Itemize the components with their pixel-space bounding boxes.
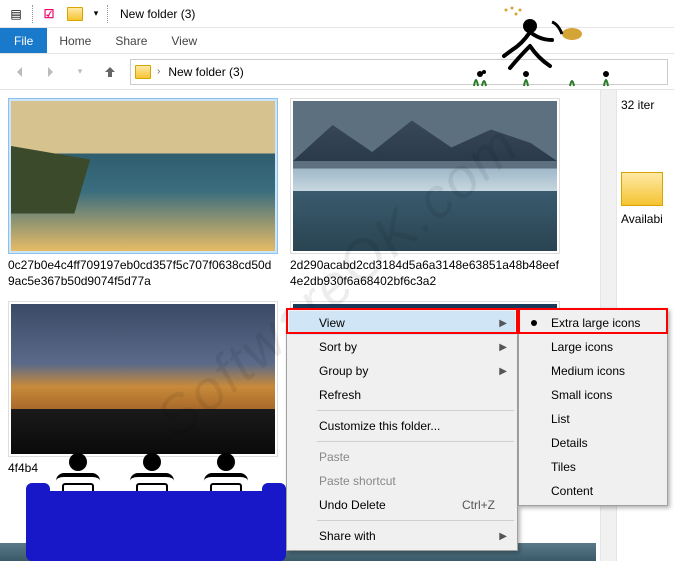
ctx-sort-by[interactable]: Sort by ▶ bbox=[289, 335, 515, 359]
qat-folder-button[interactable] bbox=[63, 3, 87, 25]
radio-checked-icon bbox=[531, 320, 537, 326]
navigation-bar: ▾ › New folder (3) bbox=[0, 54, 674, 90]
qat-customize-button[interactable]: ▾ bbox=[89, 3, 103, 25]
ctx-hotkey: Ctrl+Z bbox=[462, 498, 495, 512]
ctx-sep bbox=[317, 410, 514, 411]
file-item[interactable]: 4f4b4 bbox=[8, 301, 278, 477]
ctx-customize[interactable]: Customize this folder... bbox=[289, 414, 515, 438]
thumbnail-image bbox=[11, 304, 275, 454]
thumbnail bbox=[8, 98, 278, 254]
ctx-view[interactable]: View ▶ bbox=[289, 311, 515, 335]
ctx-details[interactable]: Details bbox=[521, 431, 665, 455]
ctx-large-icons[interactable]: Large icons bbox=[521, 335, 665, 359]
item-count-label: 32 iter bbox=[621, 98, 670, 112]
breadcrumb-sep: › bbox=[157, 66, 160, 77]
ctx-label: Customize this folder... bbox=[319, 419, 440, 433]
availability-label: Availabi bbox=[621, 212, 670, 226]
ctx-label: Sort by bbox=[319, 340, 357, 354]
ctx-label: Share with bbox=[319, 529, 376, 543]
file-item[interactable]: 2d290acabd2cd3184d5a6a3148e63851a48b48ee… bbox=[290, 98, 560, 289]
qat-checkbox-button[interactable]: ☑ bbox=[37, 3, 61, 25]
up-arrow-icon bbox=[102, 64, 118, 80]
file-name-label: 0c27b0e4c4ff709197eb0cd357f5c707f0638cd5… bbox=[8, 258, 278, 289]
tab-label: Share bbox=[115, 34, 147, 48]
ctx-label: Small icons bbox=[551, 388, 612, 402]
ctx-label: Large icons bbox=[551, 340, 613, 354]
ctx-label: Details bbox=[551, 436, 588, 450]
ctx-extra-large-icons[interactable]: Extra large icons bbox=[521, 311, 665, 335]
ctx-sep bbox=[317, 520, 514, 521]
forward-button[interactable] bbox=[36, 58, 64, 86]
ctx-label: List bbox=[551, 412, 570, 426]
back-button[interactable] bbox=[6, 58, 34, 86]
ctx-list[interactable]: List bbox=[521, 407, 665, 431]
thumbnail-image bbox=[293, 101, 557, 251]
file-item[interactable]: 0c27b0e4c4ff709197eb0cd357f5c707f0638cd5… bbox=[8, 98, 278, 289]
ctx-label: Refresh bbox=[319, 388, 361, 402]
thumbnail bbox=[8, 301, 278, 457]
ctx-paste-shortcut: Paste shortcut bbox=[289, 469, 515, 493]
ctx-sep bbox=[317, 441, 514, 442]
file-tab-label: File bbox=[14, 34, 33, 48]
title-bar: ▤ ☑ ▾ New folder (3) bbox=[0, 0, 674, 28]
qat-sep bbox=[107, 5, 108, 23]
ctx-small-icons[interactable]: Small icons bbox=[521, 383, 665, 407]
ctx-label: Extra large icons bbox=[551, 316, 640, 330]
tab-label: View bbox=[171, 34, 197, 48]
chevron-down-icon: ▾ bbox=[78, 66, 83, 77]
breadcrumb-current[interactable]: New folder (3) bbox=[166, 65, 245, 79]
tab-label: Home bbox=[59, 34, 91, 48]
window-title: New folder (3) bbox=[114, 7, 674, 21]
up-button[interactable] bbox=[96, 58, 124, 86]
view-tab[interactable]: View bbox=[159, 28, 209, 53]
checkbox-icon: ☑ bbox=[44, 7, 55, 21]
ctx-label: Content bbox=[551, 484, 593, 498]
chevron-down-icon: ▾ bbox=[94, 8, 99, 19]
thumbnail bbox=[290, 98, 560, 254]
ctx-label: Group by bbox=[319, 364, 368, 378]
preview-thumb bbox=[621, 172, 663, 206]
file-tab[interactable]: File bbox=[0, 28, 47, 53]
ctx-content[interactable]: Content bbox=[521, 479, 665, 503]
file-name-label: 2d290acabd2cd3184d5a6a3148e63851a48b48ee… bbox=[290, 258, 560, 289]
ctx-paste: Paste bbox=[289, 445, 515, 469]
properties-icon: ▤ bbox=[10, 7, 21, 21]
qat-properties-button[interactable]: ▤ bbox=[4, 3, 28, 25]
ctx-refresh[interactable]: Refresh bbox=[289, 383, 515, 407]
submenu-arrow-icon: ▶ bbox=[499, 531, 507, 542]
back-arrow-icon bbox=[12, 64, 28, 80]
ctx-undo-delete[interactable]: Undo Delete Ctrl+Z bbox=[289, 493, 515, 517]
forward-arrow-icon bbox=[42, 64, 58, 80]
context-submenu-view: Extra large icons Large icons Medium ico… bbox=[518, 308, 668, 506]
share-tab[interactable]: Share bbox=[103, 28, 159, 53]
ctx-label: View bbox=[319, 316, 345, 330]
address-bar[interactable]: › New folder (3) bbox=[130, 59, 668, 85]
ctx-label: Tiles bbox=[551, 460, 576, 474]
ctx-group-by[interactable]: Group by ▶ bbox=[289, 359, 515, 383]
ctx-label: Paste bbox=[319, 450, 350, 464]
submenu-arrow-icon: ▶ bbox=[499, 366, 507, 377]
context-menu: View ▶ Sort by ▶ Group by ▶ Refresh Customi… bbox=[286, 308, 518, 551]
ctx-tiles[interactable]: Tiles bbox=[521, 455, 665, 479]
ctx-share-with[interactable]: Share with ▶ bbox=[289, 524, 515, 548]
submenu-arrow-icon: ▶ bbox=[499, 318, 507, 329]
ctx-label: Medium icons bbox=[551, 364, 625, 378]
file-name-label: 4f4b4 bbox=[8, 461, 278, 477]
folder-icon bbox=[135, 65, 151, 79]
ctx-label: Paste shortcut bbox=[319, 474, 396, 488]
home-tab[interactable]: Home bbox=[47, 28, 103, 53]
qat-sep bbox=[32, 5, 33, 23]
thumbnail-image bbox=[11, 101, 275, 251]
ribbon-tabs: File Home Share View bbox=[0, 28, 674, 54]
ctx-medium-icons[interactable]: Medium icons bbox=[521, 359, 665, 383]
quick-access-toolbar: ▤ ☑ ▾ bbox=[0, 3, 114, 25]
ctx-label: Undo Delete bbox=[319, 498, 386, 512]
folder-icon bbox=[67, 7, 83, 21]
submenu-arrow-icon: ▶ bbox=[499, 342, 507, 353]
recent-button[interactable]: ▾ bbox=[66, 58, 94, 86]
